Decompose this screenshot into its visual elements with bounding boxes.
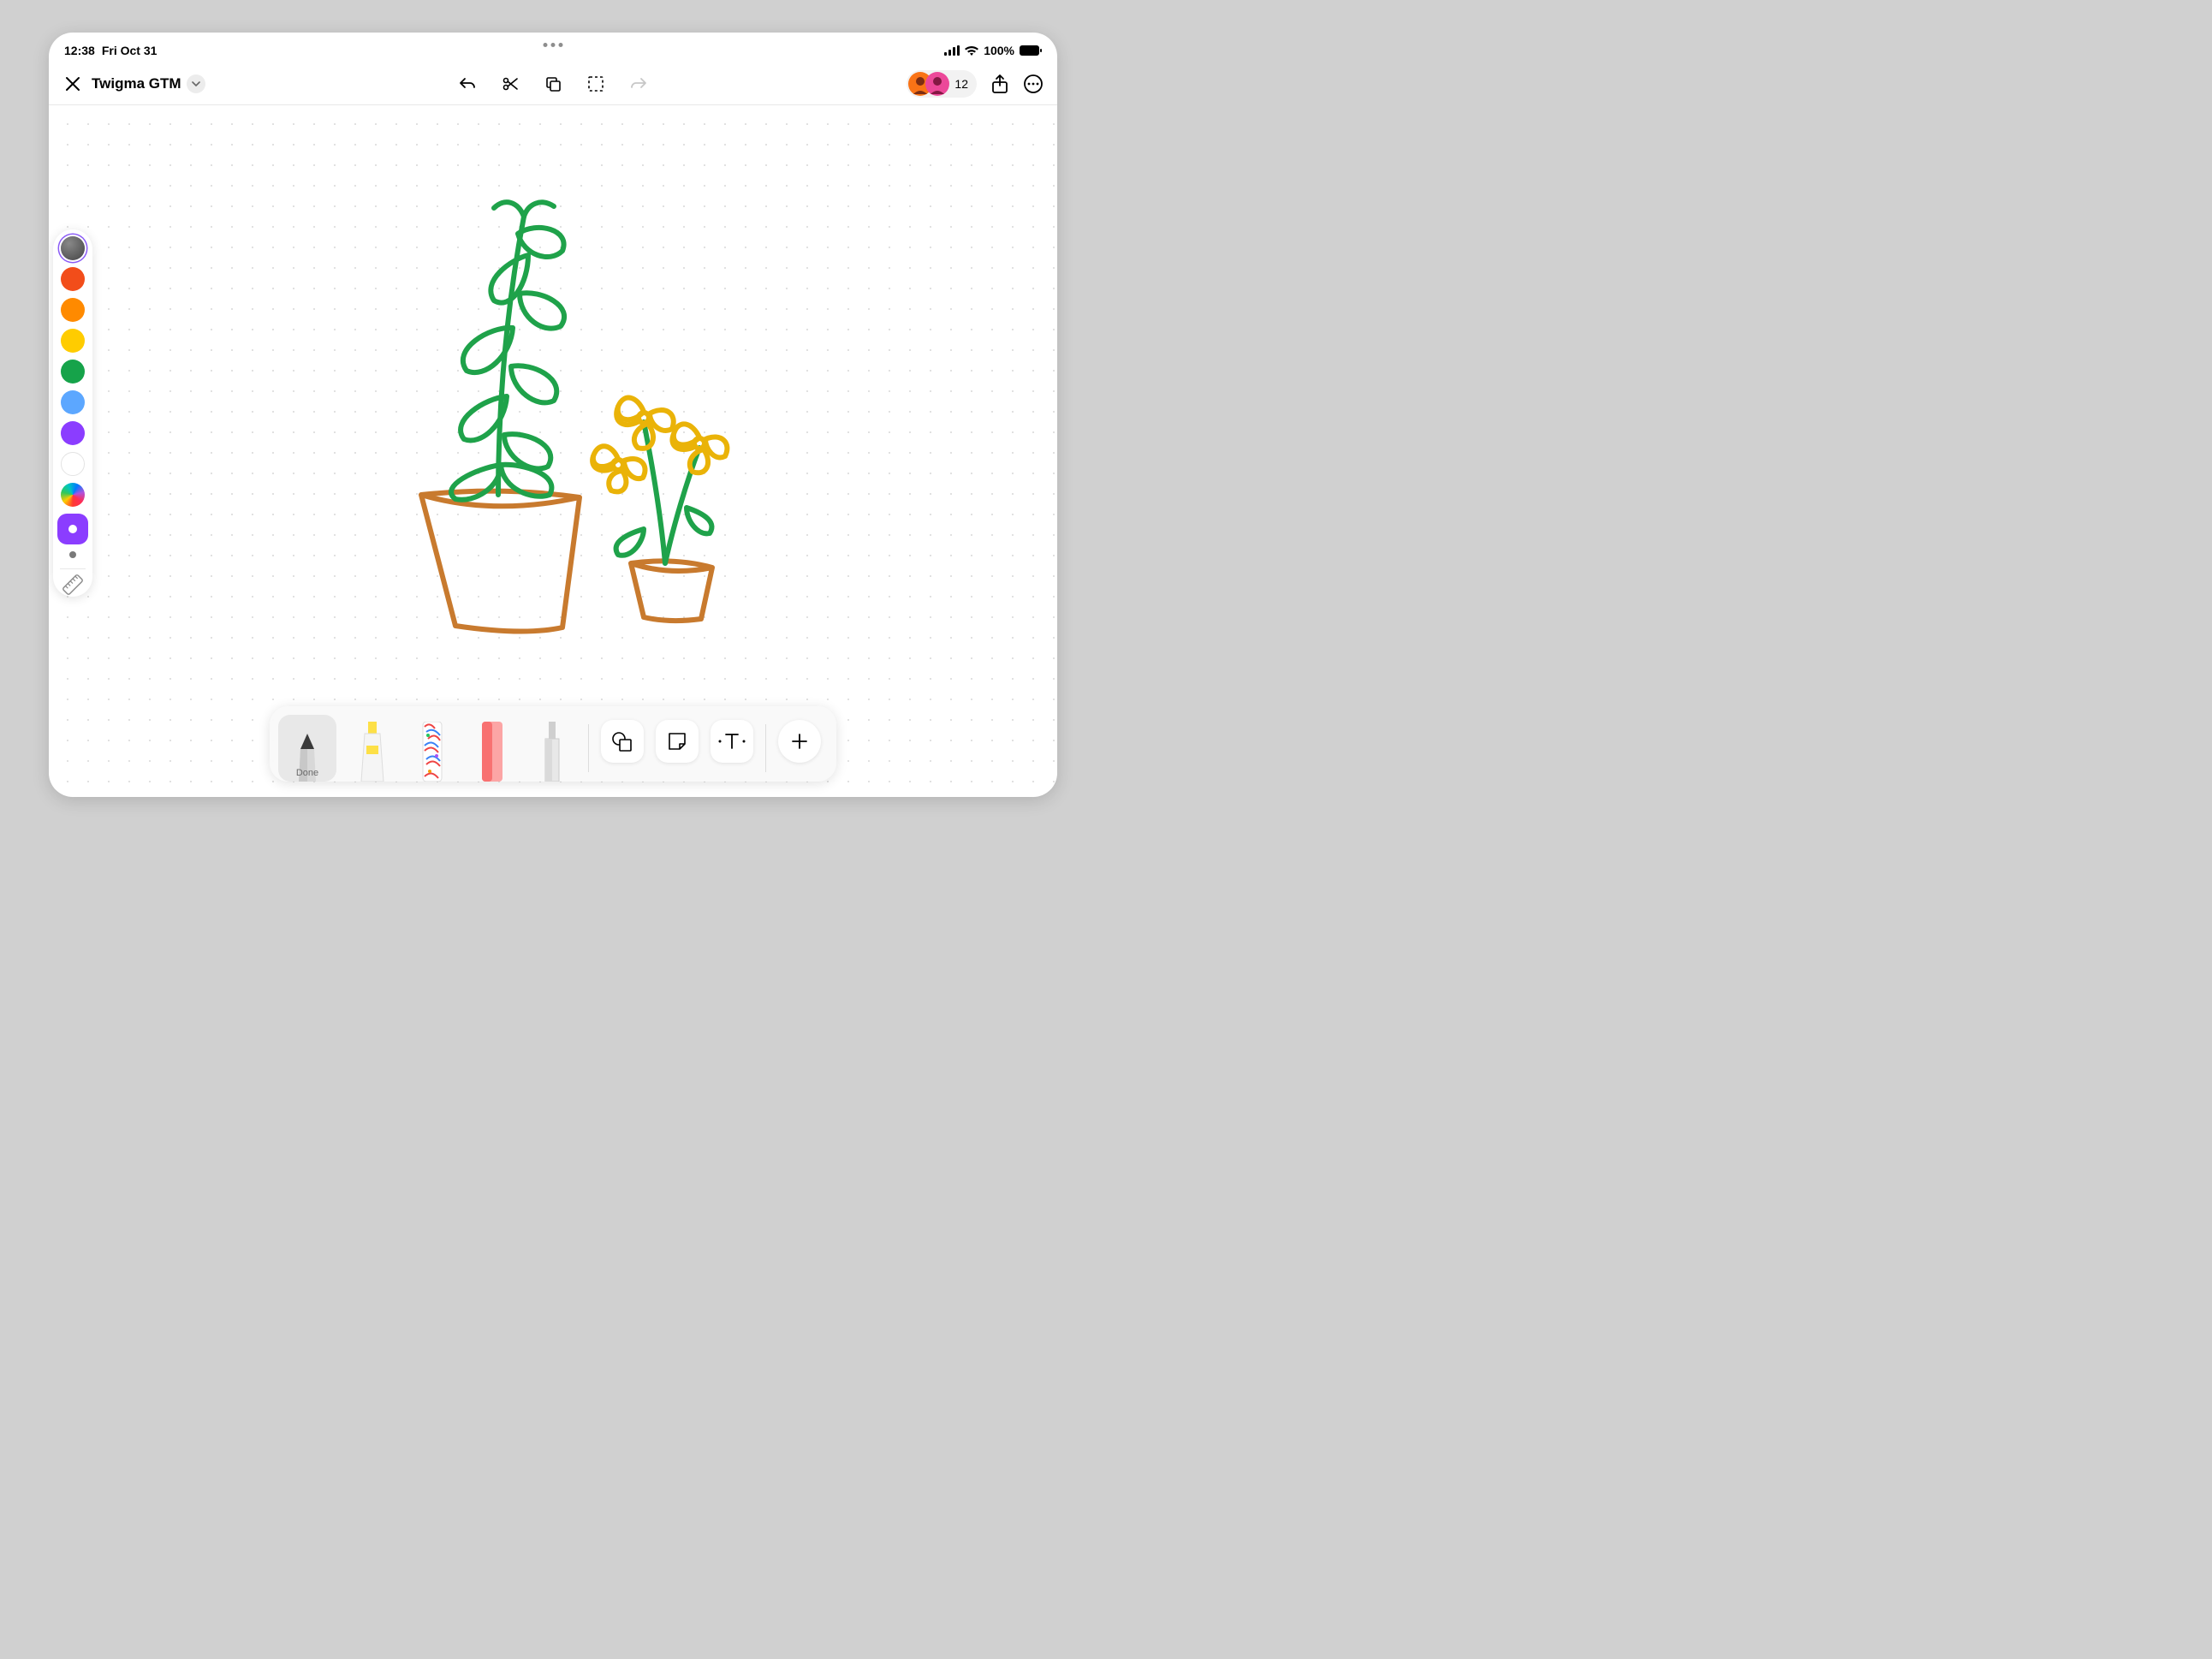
eraser-tool[interactable] [468, 715, 516, 782]
dock-divider [765, 724, 766, 772]
color-swatch-red-orange[interactable] [61, 267, 85, 291]
sticky-note-icon [667, 731, 687, 752]
device-frame: 12:38 Fri Oct 31 100% Twigma GTM [49, 33, 1057, 797]
center-toolbar [458, 74, 648, 93]
stroke-size-button[interactable] [69, 551, 76, 558]
collaborators-button[interactable]: 12 [907, 70, 977, 98]
highlighter-tool[interactable] [348, 715, 396, 782]
color-picker-button[interactable] [61, 483, 85, 507]
battery-pct: 100% [984, 44, 1014, 57]
canvas[interactable]: Done [49, 105, 1057, 797]
more-button[interactable] [1023, 74, 1044, 94]
wifi-icon [965, 45, 978, 56]
selection-icon [586, 74, 605, 93]
color-swatch-dark-gray[interactable] [61, 236, 85, 260]
copy-button[interactable] [544, 74, 562, 93]
canvas-drawing [49, 105, 1057, 797]
status-right: 100% [944, 44, 1042, 57]
highlighter-icon [358, 722, 387, 782]
text-tool[interactable] [711, 720, 753, 763]
add-button[interactable] [778, 720, 821, 763]
color-swatch-orange[interactable] [61, 298, 85, 322]
color-swatch-green[interactable] [61, 360, 85, 384]
color-swatch-white[interactable] [61, 452, 85, 476]
eraser-icon [478, 722, 507, 782]
plus-icon [790, 732, 809, 751]
cellular-icon [944, 45, 960, 56]
redo-button[interactable] [629, 74, 648, 93]
shapes-icon [611, 730, 633, 752]
sticky-note-tool[interactable] [656, 720, 699, 763]
cutter-icon [542, 722, 562, 782]
cut-button[interactable] [501, 74, 520, 93]
pencil-tool-label: Done [296, 768, 318, 778]
ruler-icon [62, 574, 85, 597]
palette-divider [60, 568, 86, 569]
redo-icon [629, 74, 648, 93]
color-swatch-blue[interactable] [61, 390, 85, 414]
text-icon [717, 731, 746, 752]
undo-button[interactable] [458, 74, 477, 93]
cutter-tool[interactable] [528, 715, 576, 782]
ruler-button[interactable] [62, 574, 85, 597]
undo-icon [458, 74, 477, 93]
app-top-bar: Twigma GTM [49, 63, 1057, 104]
status-time: 12:38 [64, 44, 95, 57]
multitask-indicator[interactable] [544, 43, 563, 47]
share-button[interactable] [990, 74, 1009, 94]
dock-divider [588, 724, 589, 772]
chevron-down-icon [192, 81, 200, 86]
washi-tape-icon [418, 722, 447, 782]
battery-icon [1020, 45, 1042, 56]
share-icon [990, 74, 1009, 94]
color-palette [53, 229, 92, 597]
document-menu-button[interactable] [187, 74, 205, 93]
color-swatch-purple[interactable] [61, 421, 85, 445]
washi-tape-tool[interactable] [408, 715, 456, 782]
scissors-icon [501, 74, 520, 93]
status-date: Fri Oct 31 [102, 44, 158, 57]
color-swatch-yellow[interactable] [61, 329, 85, 353]
tool-dock: Done [270, 706, 836, 782]
close-button[interactable] [62, 74, 83, 94]
collaborator-count: 12 [954, 77, 968, 91]
shape-tool[interactable] [601, 720, 644, 763]
avatar [925, 72, 949, 96]
document-title[interactable]: Twigma GTM [92, 75, 181, 92]
select-button[interactable] [586, 74, 605, 93]
highlight-color-button[interactable] [57, 514, 88, 544]
pencil-tool[interactable]: Done [278, 715, 336, 782]
ellipsis-icon [1023, 74, 1044, 94]
copy-icon [544, 74, 562, 93]
